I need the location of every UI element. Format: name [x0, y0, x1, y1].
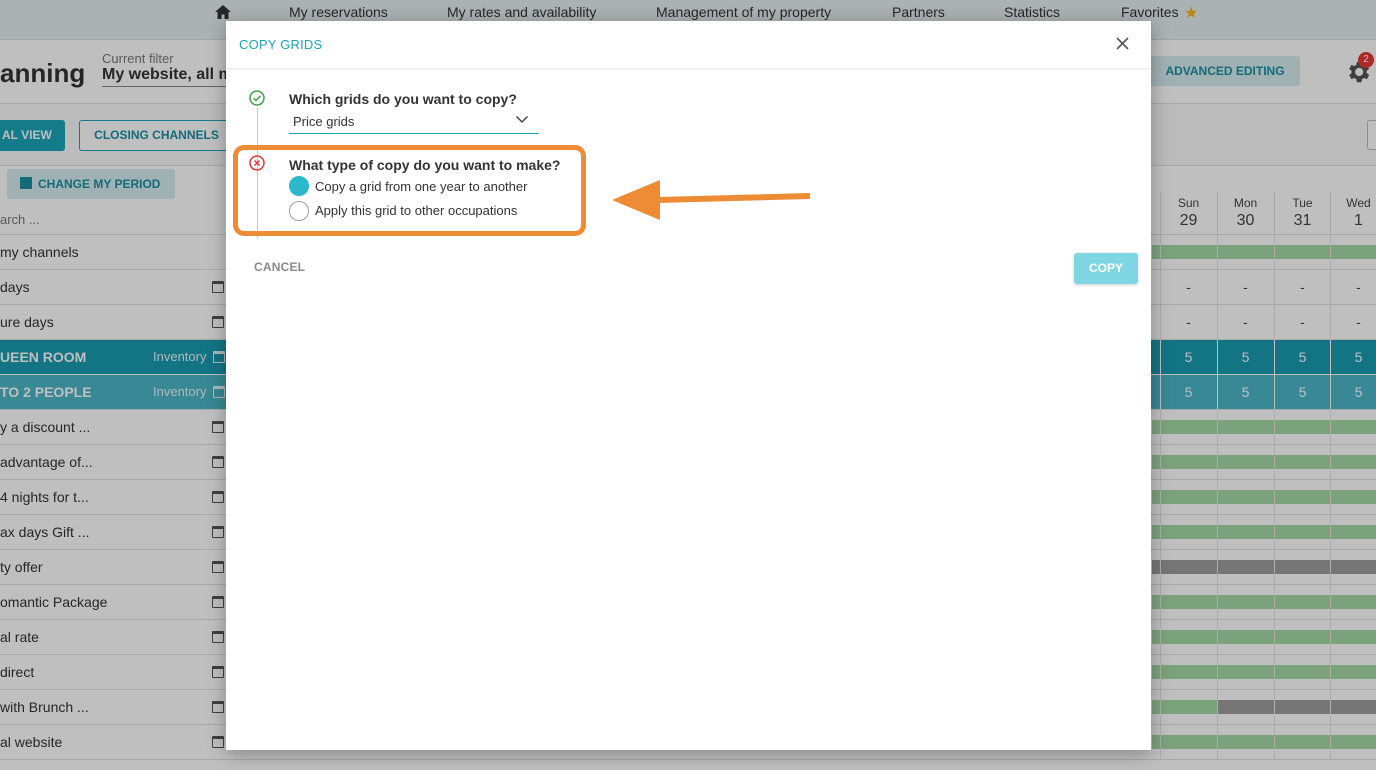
copy-grids-dialog: COPY GRIDS Which grids do you want to co… [226, 21, 1151, 750]
annotation-highlight-box [233, 145, 586, 236]
cancel-button[interactable]: CANCEL [254, 260, 305, 274]
grids-select-value: Price grids [293, 114, 355, 129]
step1-question: Which grids do you want to copy? [289, 91, 517, 107]
dialog-title: COPY GRIDS [239, 37, 323, 52]
close-icon[interactable] [1115, 36, 1130, 51]
dialog-header: COPY GRIDS [226, 21, 1151, 69]
annotation-arrow [612, 180, 811, 220]
grids-select[interactable]: Price grids [289, 110, 539, 134]
copy-button[interactable]: COPY [1074, 253, 1138, 284]
check-circle-icon [249, 90, 265, 106]
chevron-down-icon [515, 115, 529, 124]
